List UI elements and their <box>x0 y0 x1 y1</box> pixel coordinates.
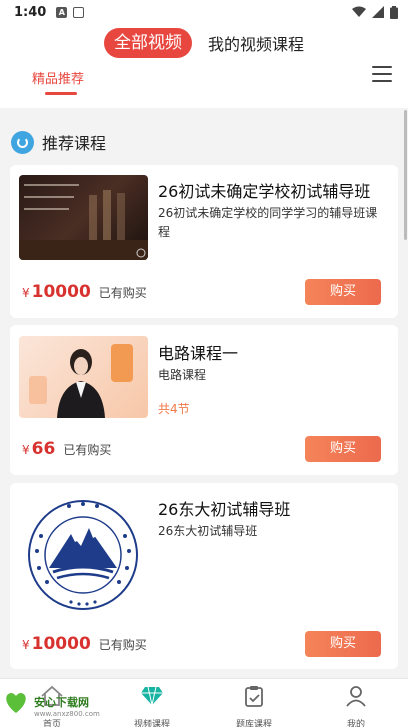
price-row: ¥ 66 已有购买 <box>22 439 111 459</box>
course-card[interactable]: 26初试未确定学校初试辅导班 26初试未确定学校的同学学习的辅导班课程 ¥ 10… <box>10 165 398 318</box>
nav-video-label: 视频课程 <box>133 720 170 727</box>
course-title: 26初试未确定学校初试辅导班 <box>158 182 371 201</box>
price-row: ¥ 10000 已有购买 <box>22 634 147 654</box>
menu-icon[interactable] <box>372 66 392 84</box>
course-price: 10000 <box>31 282 91 302</box>
currency-symbol: ¥ <box>22 638 30 652</box>
subtab-indicator <box>45 92 77 95</box>
currency-symbol: ¥ <box>22 443 30 457</box>
lesson-count: 共4节 <box>158 402 190 416</box>
signal-icon <box>372 6 384 18</box>
status-bar: 1:40 A <box>0 0 408 24</box>
purchase-status: 已有购买 <box>98 638 147 652</box>
section-header: 推荐课程 <box>0 108 408 164</box>
course-card[interactable]: 26东大初试辅导班 26东大初试辅导班 ¥ 10000 已有购买 购买 <box>10 483 398 669</box>
course-description: 电路课程 <box>158 368 207 382</box>
buy-button[interactable]: 购买 <box>305 631 381 657</box>
sim-icon <box>73 6 85 18</box>
course-title: 26东大初试辅导班 <box>158 500 291 519</box>
course-title: 电路课程一 <box>158 344 239 363</box>
buy-button[interactable]: 购买 <box>305 279 381 305</box>
price-row: ¥ 10000 已有购买 <box>22 282 147 302</box>
course-thumbnail <box>19 336 148 418</box>
course-thumbnail <box>19 496 148 614</box>
course-description: 26初试未确定学校的同学学习的辅导班课程 <box>158 206 378 239</box>
nav-question-bank-label: 题库课程 <box>235 720 272 727</box>
purchase-status: 已有购买 <box>98 286 147 300</box>
section-title: 推荐课程 <box>42 134 107 153</box>
battery-icon <box>390 5 398 19</box>
purchase-status: 已有购买 <box>63 443 112 457</box>
nav-video-courses[interactable]: 视频课程 <box>122 685 182 727</box>
top-nav: 全部视频 我的视频课程 <box>0 28 408 58</box>
scrollbar[interactable] <box>404 110 407 240</box>
nav-me-label: 我的 <box>346 720 365 727</box>
watermark-url: www.anxz800.com <box>34 710 100 718</box>
status-time: 1:40 <box>14 4 47 20</box>
watermark-text: 安心下载网 <box>34 696 89 709</box>
wifi-icon <box>352 6 366 17</box>
currency-symbol: ¥ <box>22 286 30 300</box>
header: 全部视频 我的视频课程 精品推荐 <box>0 24 408 108</box>
course-description: 26东大初试辅导班 <box>158 524 258 538</box>
user-icon <box>346 686 366 707</box>
course-price: 10000 <box>31 634 91 654</box>
clipboard-icon <box>245 686 263 707</box>
a-icon: A <box>56 6 68 18</box>
nav-me[interactable]: 我的 <box>326 685 386 727</box>
course-price: 66 <box>31 439 56 459</box>
buy-button[interactable]: 购买 <box>305 436 381 462</box>
tab-all-videos[interactable]: 全部视频 <box>103 28 192 58</box>
tab-my-video-courses[interactable]: 我的视频课程 <box>208 31 304 55</box>
watermark: 安心下载网 www.anxz800.com <box>0 682 110 727</box>
nav-question-bank[interactable]: 题库课程 <box>224 685 284 727</box>
diamond-icon <box>141 686 163 706</box>
course-thumbnail <box>19 175 148 260</box>
recommend-icon <box>11 130 34 154</box>
course-card[interactable]: 电路课程一 电路课程 共4节 ¥ 66 已有购买 购买 <box>10 325 398 475</box>
subtab-featured[interactable]: 精品推荐 <box>32 68 84 87</box>
